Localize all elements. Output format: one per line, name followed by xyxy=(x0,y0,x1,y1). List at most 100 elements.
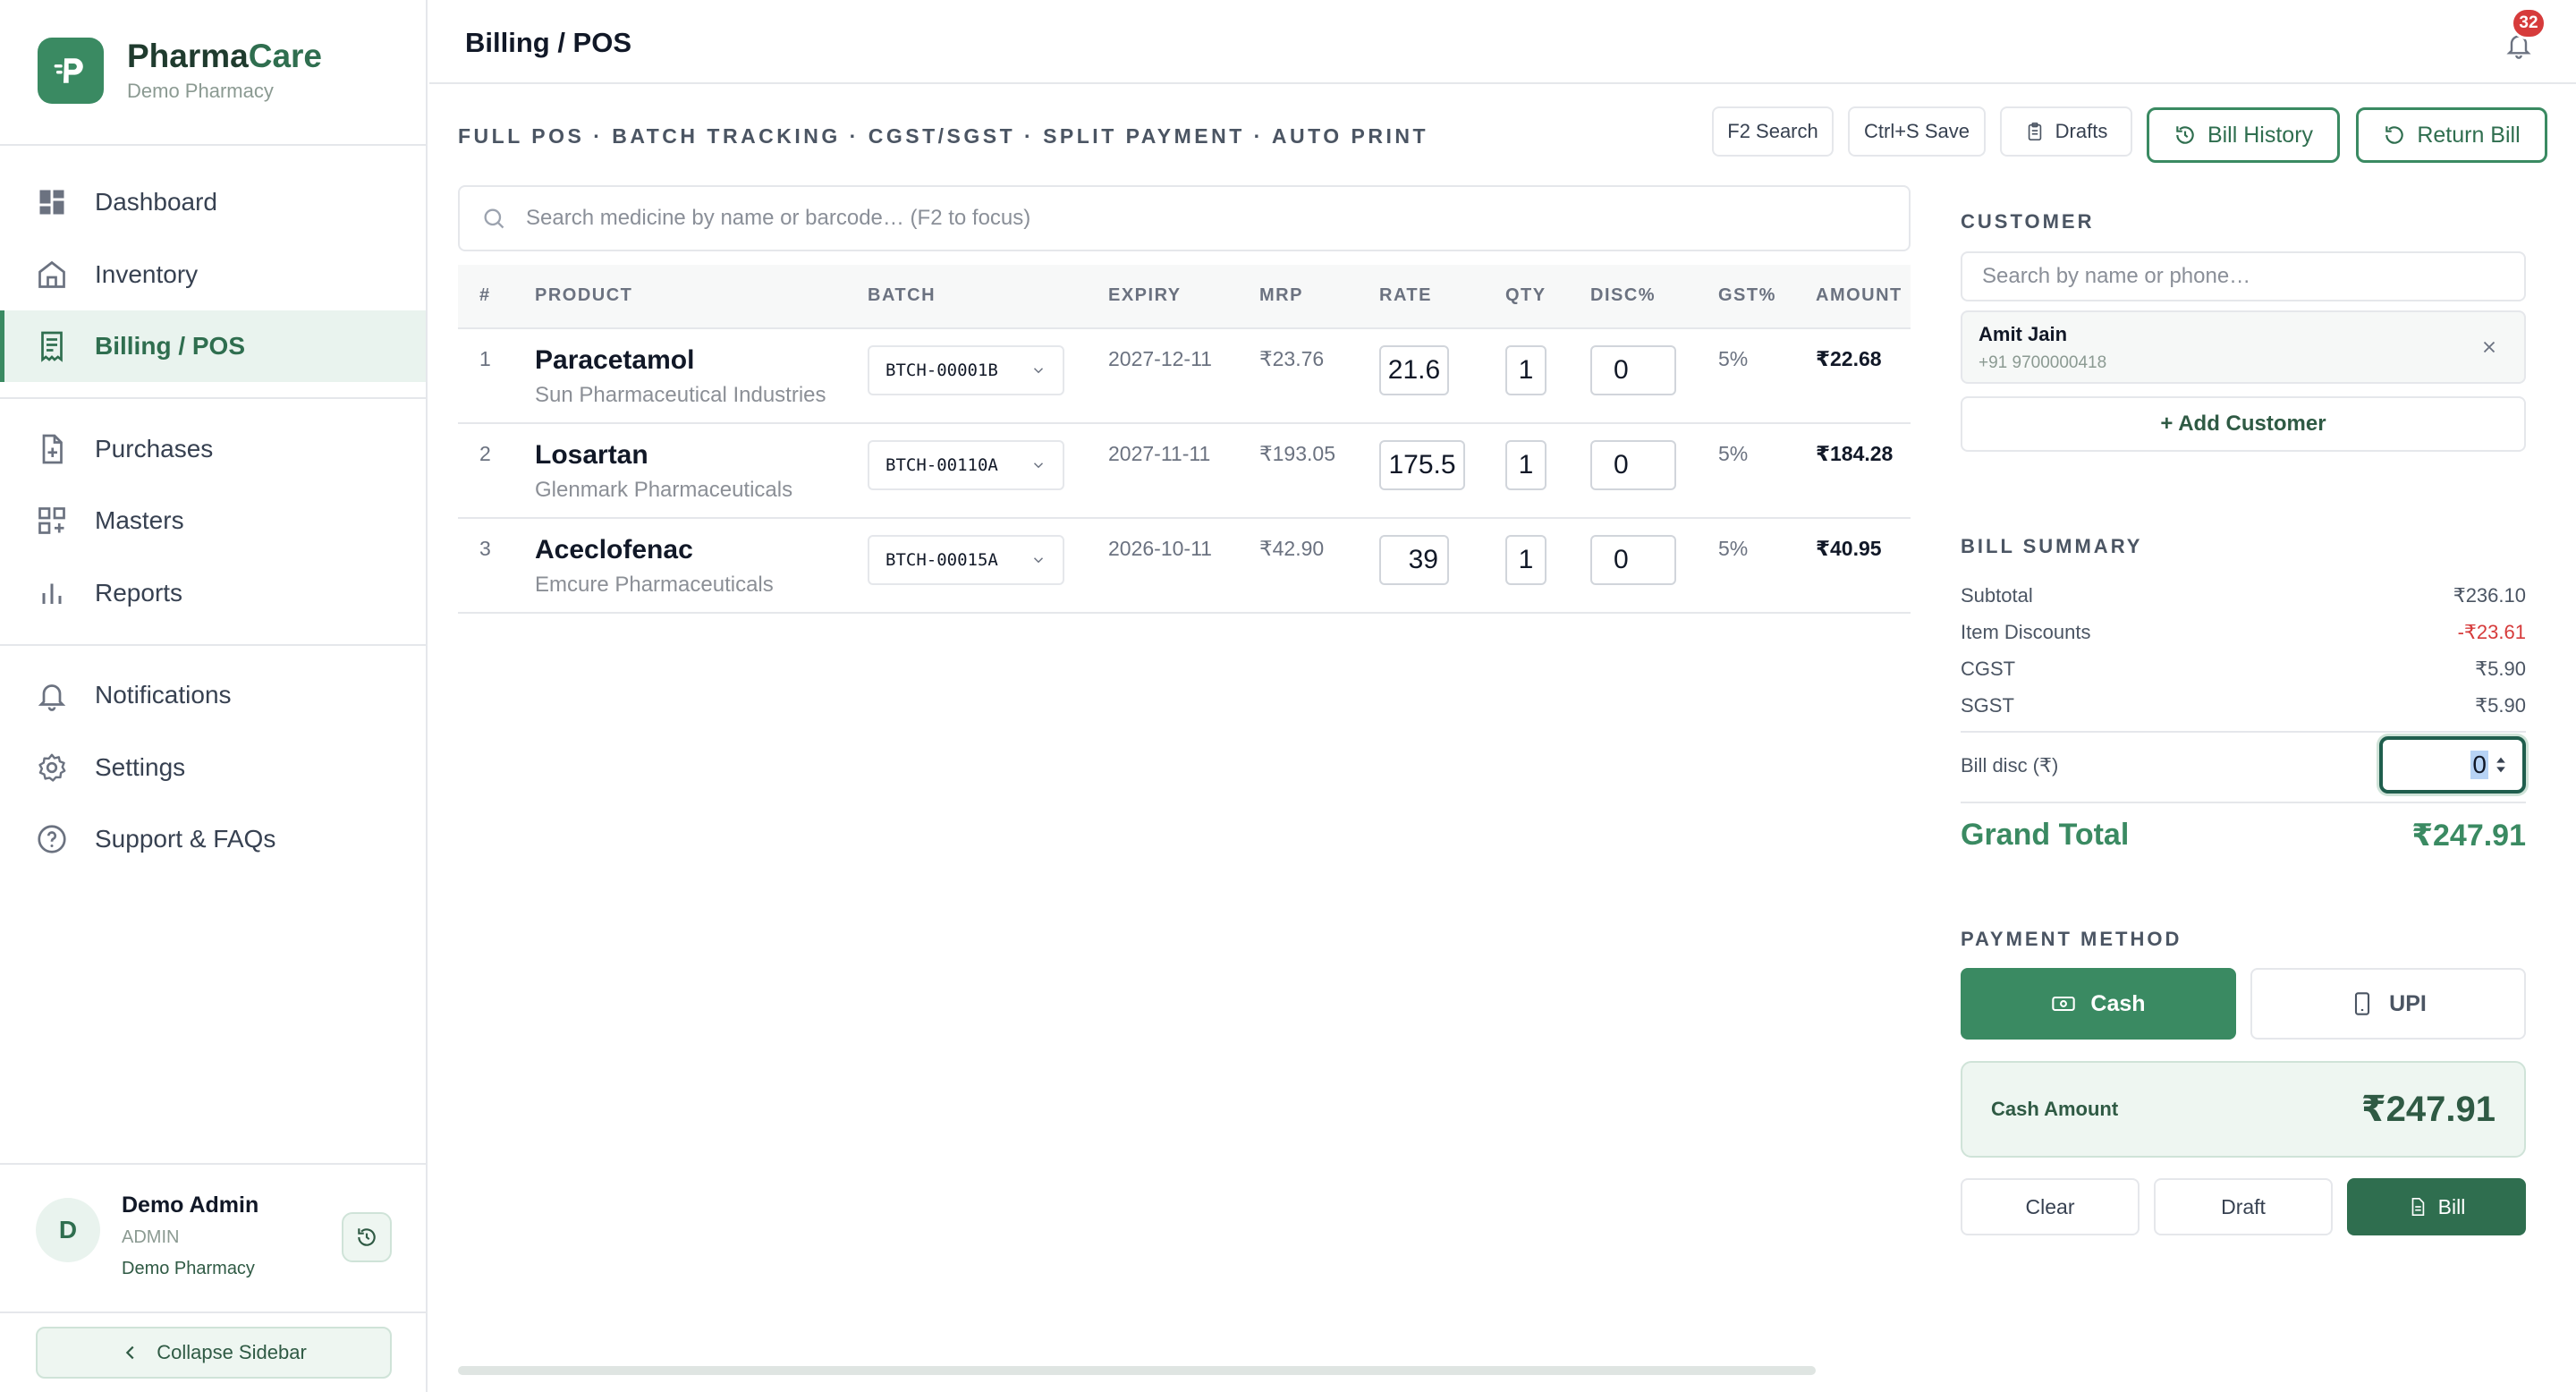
row-num: 2 xyxy=(479,442,491,465)
clear-button[interactable]: Clear xyxy=(1961,1178,2140,1235)
nav-label: Masters xyxy=(95,506,184,534)
col-header-qty: QTY xyxy=(1505,285,1546,305)
medicine-search-box[interactable] xyxy=(458,185,1911,251)
product-manufacturer: Glenmark Pharmaceuticals xyxy=(535,478,793,502)
gst-value: 5% xyxy=(1718,442,1749,465)
chevron-down-icon xyxy=(1033,368,1044,374)
item-discounts-label: Item Discounts xyxy=(1961,621,2091,643)
save-button[interactable]: Ctrl+S Save xyxy=(1848,106,1986,157)
rate-input[interactable]: 21.6 xyxy=(1379,345,1449,395)
product-name: Paracetamol xyxy=(535,345,695,375)
expiry-date: 2027-12-11 xyxy=(1108,347,1212,370)
grand-total-label: Grand Total xyxy=(1961,818,2130,852)
cash-amount-value: ₹247.91 xyxy=(2360,1090,2496,1129)
mrp-value: ₹23.76 xyxy=(1259,347,1325,370)
cash-amount-label: Cash Amount xyxy=(1991,1098,2119,1120)
grand-total-value: ₹247.91 xyxy=(2411,819,2526,853)
bill-discount-input[interactable]: 0 xyxy=(2379,736,2526,794)
gst-value: 5% xyxy=(1718,537,1749,560)
table-row[interactable]: 1 Paracetamol Sun Pharmaceutical Industr… xyxy=(458,329,1911,424)
draft-button[interactable]: Draft xyxy=(2154,1178,2333,1235)
gst-value: 5% xyxy=(1718,347,1749,370)
disc-input[interactable]: 0 xyxy=(1590,345,1676,395)
remove-customer-button[interactable] xyxy=(2474,332,2504,362)
nav-notifications[interactable]: Notifications xyxy=(0,659,426,731)
nav-label: Purchases xyxy=(95,435,214,463)
pharmacare-logo-icon xyxy=(38,38,104,104)
sgst-label: SGST xyxy=(1961,694,2014,717)
qty-input[interactable]: 1 xyxy=(1505,440,1546,490)
nav-billing[interactable]: Billing / POS xyxy=(0,310,426,382)
pos-features-subtitle: FULL POS · BATCH TRACKING · CGST/SGST · … xyxy=(458,124,1428,148)
home-icon xyxy=(38,260,65,288)
spinner-arrows-icon[interactable] xyxy=(2496,755,2506,775)
divider xyxy=(0,397,428,399)
f2-search-button[interactable]: F2 Search xyxy=(1712,106,1834,157)
brand[interactable]: PharmaCare Demo Pharmacy xyxy=(38,38,322,104)
return-bill-label: Return Bill xyxy=(2417,122,2521,148)
horizontal-scrollbar[interactable] xyxy=(458,1366,1816,1375)
row-num: 3 xyxy=(479,537,491,560)
page-title: Billing / POS xyxy=(465,27,632,58)
return-bill-button[interactable]: Return Bill xyxy=(2356,107,2547,163)
selected-customer-card: Amit Jain +91 9700000418 xyxy=(1961,310,2526,384)
dashboard-icon xyxy=(39,190,64,215)
upi-payment-button[interactable]: UPI xyxy=(2250,968,2526,1040)
customer-section-label: CUSTOMER xyxy=(1961,210,2095,233)
search-icon xyxy=(484,208,504,229)
chevron-left-icon xyxy=(125,1345,134,1360)
batch-select[interactable]: BTCH-00015A xyxy=(868,535,1064,585)
customer-search-box[interactable] xyxy=(1961,251,2526,301)
nav-inventory[interactable]: Inventory xyxy=(0,239,426,310)
rate-input[interactable]: 175.5 xyxy=(1379,440,1465,490)
cgst-row: CGST ₹5.90 xyxy=(1961,658,2526,681)
nav-dashboard[interactable]: Dashboard xyxy=(0,166,426,238)
disc-input[interactable]: 0 xyxy=(1590,535,1676,585)
clipboard-icon xyxy=(2028,123,2041,140)
qty-input[interactable]: 1 xyxy=(1505,535,1546,585)
table-row[interactable]: 3 Aceclofenac Emcure Pharmaceuticals BTC… xyxy=(458,519,1911,614)
user-profile[interactable]: D Demo Admin ADMIN Demo Pharmacy xyxy=(36,1193,258,1279)
batch-value: BTCH-00001B xyxy=(886,361,998,380)
upi-label: UPI xyxy=(2389,990,2427,1016)
table-row[interactable]: 2 Losartan Glenmark Pharmaceuticals BTCH… xyxy=(458,424,1911,519)
subtotal-value: ₹236.10 xyxy=(2453,584,2526,607)
bill-items-table: # PRODUCT BATCH EXPIRY MRP RATE QTY DISC… xyxy=(458,265,1911,614)
history-icon xyxy=(358,1228,376,1246)
drafts-button[interactable]: Drafts xyxy=(2000,106,2132,157)
switch-account-button[interactable] xyxy=(342,1212,392,1262)
divider xyxy=(0,644,428,646)
item-discounts-row: Item Discounts -₹23.61 xyxy=(1961,621,2526,644)
nav-masters[interactable]: Masters xyxy=(0,485,426,556)
nav-label: Reports xyxy=(95,579,183,607)
expiry-date: 2026-10-11 xyxy=(1108,537,1212,560)
col-header-expiry: EXPIRY xyxy=(1108,285,1182,305)
close-icon xyxy=(2483,341,2496,353)
user-role: ADMIN xyxy=(122,1227,180,1247)
rate-input[interactable]: 39 xyxy=(1379,535,1449,585)
bell-icon xyxy=(38,684,66,711)
nav-purchases[interactable]: Purchases xyxy=(0,413,426,485)
nav-support[interactable]: Support & FAQs xyxy=(0,803,426,875)
col-header-disc: DISC% xyxy=(1590,285,1657,305)
customer-search-input[interactable] xyxy=(1982,264,2524,289)
rotate-ccw-icon xyxy=(2385,126,2404,144)
bill-summary-label: BILL SUMMARY xyxy=(1961,535,2143,557)
bill-history-button[interactable]: Bill History xyxy=(2147,107,2340,163)
cash-payment-button[interactable]: Cash xyxy=(1961,968,2236,1040)
add-customer-button[interactable]: + Add Customer xyxy=(1961,396,2526,452)
bill-button[interactable]: Bill xyxy=(2347,1178,2526,1235)
batch-select[interactable]: BTCH-00110A xyxy=(868,440,1064,490)
col-header-gst: GST% xyxy=(1718,285,1776,305)
disc-input[interactable]: 0 xyxy=(1590,440,1676,490)
medicine-search-input[interactable] xyxy=(526,206,1909,231)
file-text-icon xyxy=(2411,1198,2424,1216)
batch-select[interactable]: BTCH-00001B xyxy=(868,345,1064,395)
mrp-value: ₹42.90 xyxy=(1259,537,1325,560)
qty-input[interactable]: 1 xyxy=(1505,345,1546,395)
row-num: 1 xyxy=(479,347,491,370)
collapse-sidebar-button[interactable]: Collapse Sidebar xyxy=(36,1327,392,1379)
nav-reports[interactable]: Reports xyxy=(0,557,426,629)
nav-settings[interactable]: Settings xyxy=(0,732,426,803)
cgst-label: CGST xyxy=(1961,658,2016,680)
